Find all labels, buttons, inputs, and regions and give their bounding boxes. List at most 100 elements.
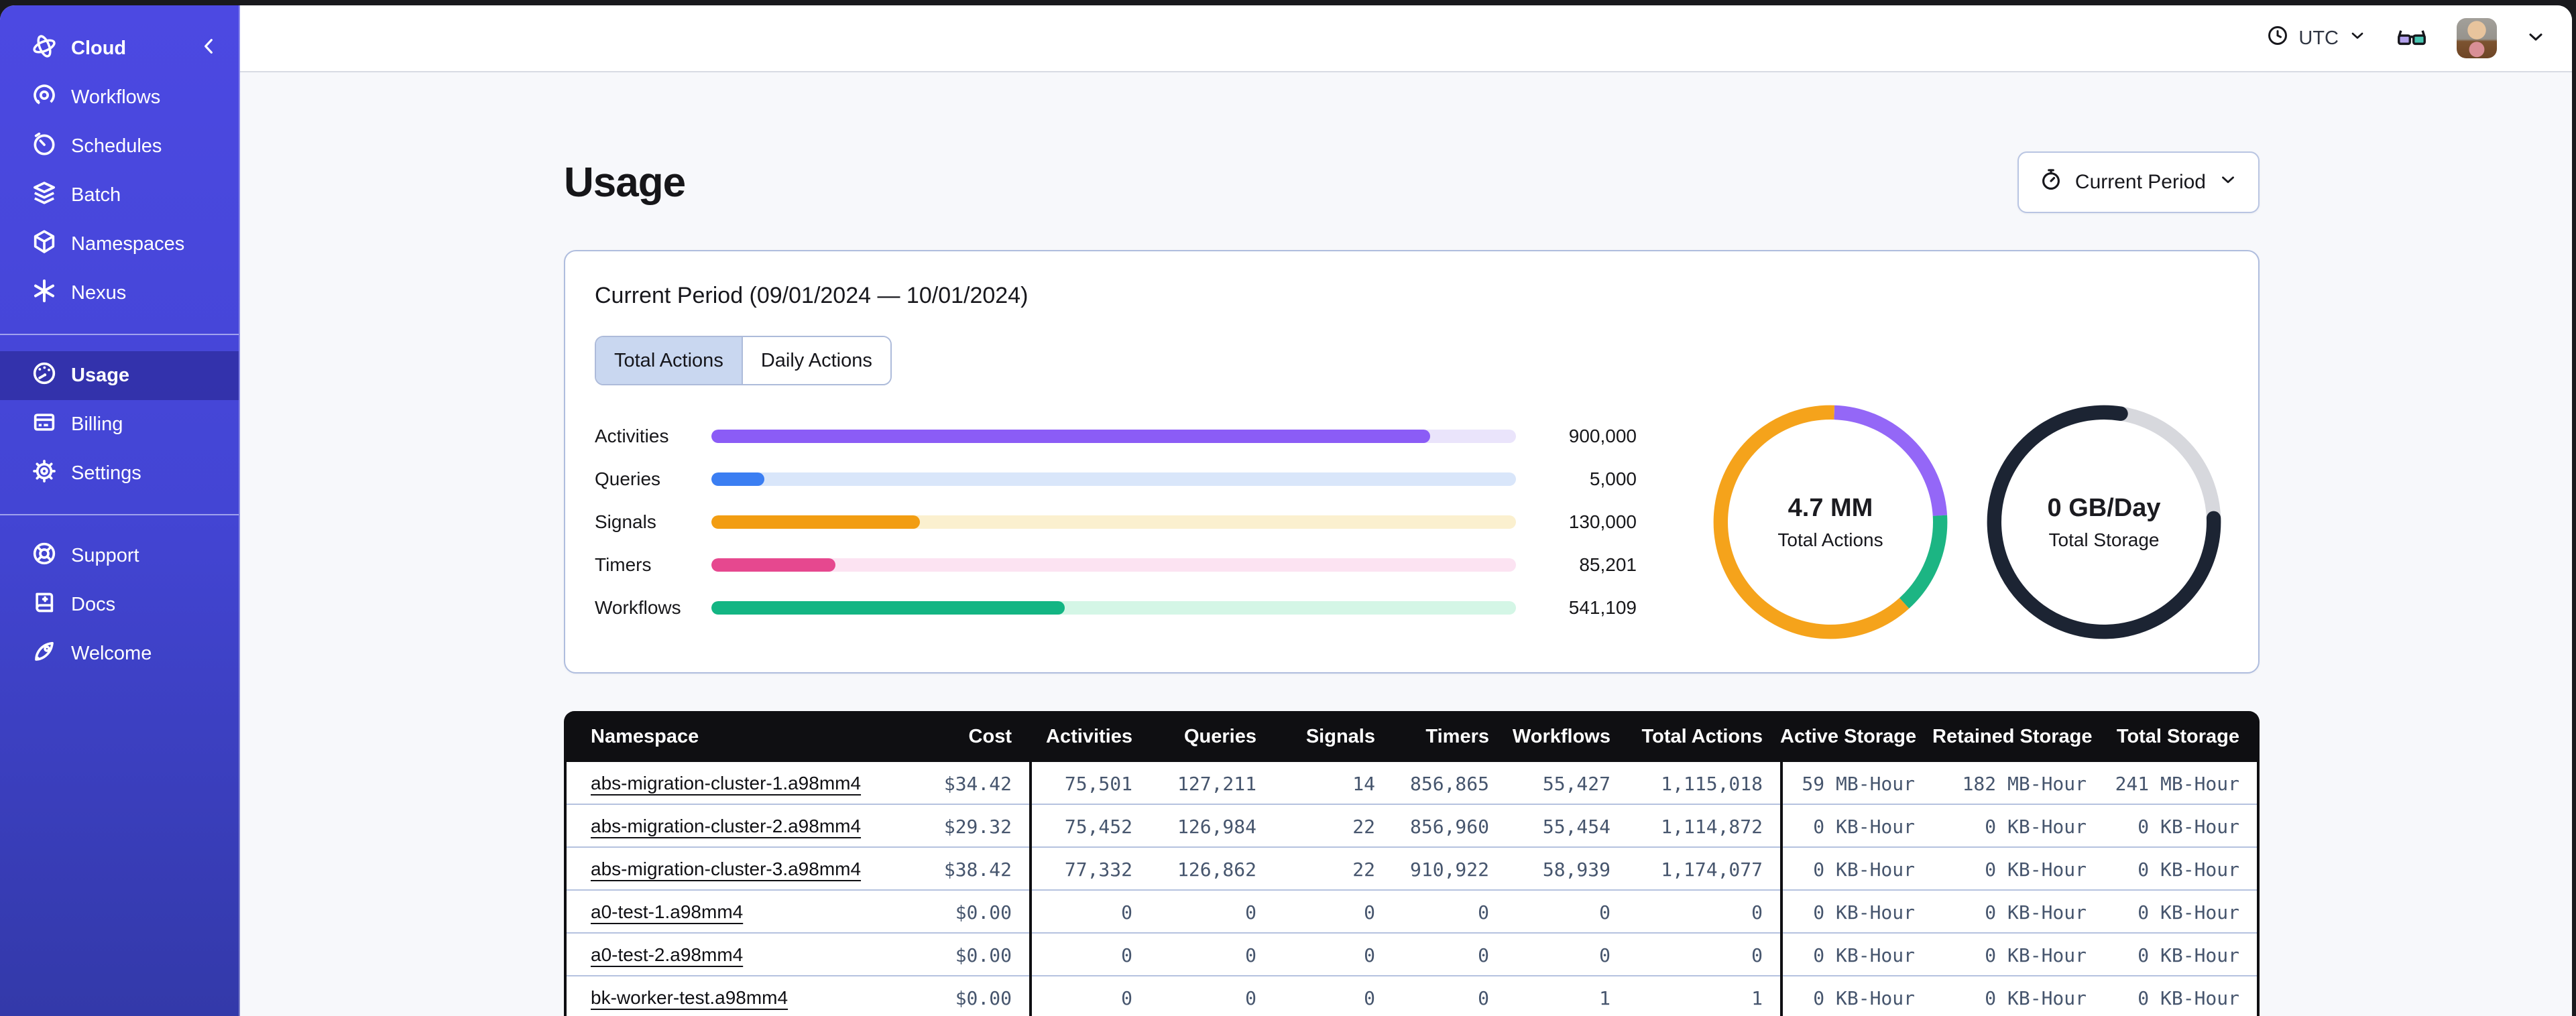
- timezone-selector[interactable]: UTC: [2266, 24, 2367, 52]
- table-header-cell: Retained Storage: [1932, 725, 2093, 747]
- sidebar-item-label: Docs: [71, 594, 116, 615]
- table-cell: 0 KB-Hour: [2138, 987, 2239, 1009]
- page-content: Usage Current Period Current Period (09/…: [240, 72, 2572, 1016]
- tab-total-actions[interactable]: Total Actions: [596, 337, 742, 384]
- table-cell: 0 KB-Hour: [2138, 815, 2239, 838]
- schedules-icon: [31, 131, 58, 163]
- table-cell: 0: [1245, 901, 1256, 924]
- table-cell: 910,922: [1409, 858, 1489, 881]
- table-cell: 22: [1352, 815, 1375, 838]
- actions-tab-group: Total Actions Daily Actions: [595, 336, 892, 385]
- sidebar: Cloud Workflows Schedules Batch Namespac…: [0, 5, 240, 1016]
- gauge-icon: [31, 360, 58, 392]
- table-cell: 0: [1478, 901, 1489, 924]
- actions-bar-chart: Activities 900,000 Queries 5,000 Signals 130,…: [595, 415, 1637, 629]
- table-cell: 0 KB-Hour: [1985, 901, 2087, 924]
- book-icon: [31, 589, 58, 621]
- total-actions-donut: 4.7 MM Total Actions: [1706, 397, 1955, 647]
- namespace-link[interactable]: abs-migration-cluster-1.a98mm4: [591, 773, 861, 793]
- bar-value: 5,000: [1589, 468, 1637, 489]
- table-header-cell: Active Storage: [1780, 725, 1917, 747]
- sidebar-item-workflows[interactable]: Workflows: [0, 73, 239, 122]
- table-cell: 58,939: [1542, 858, 1611, 881]
- clock-icon: [2266, 24, 2289, 52]
- sidebar-item-welcome[interactable]: Welcome: [0, 629, 239, 678]
- namespace-link[interactable]: bk-worker-test.a98mm4: [591, 987, 788, 1008]
- table-cell: 0: [1478, 944, 1489, 966]
- bar-label: Timers: [595, 554, 652, 575]
- table-row: abs-migration-cluster-3.a98mm4 $38.42 77,3…: [567, 848, 2257, 891]
- sidebar-brand-cloud[interactable]: Cloud: [0, 24, 239, 73]
- namespace-cell: a0-test-1.a98mm4: [567, 901, 882, 923]
- donut-charts: 4.7 MM Total Actions 0 GB/Day Total Stor…: [1706, 397, 2229, 647]
- table-cell: 77,332: [1029, 848, 1150, 891]
- bar-value: 130,000: [1568, 511, 1637, 532]
- table-cell: 0: [1599, 944, 1611, 966]
- table-cell: 0: [1751, 944, 1763, 966]
- table-cell: 0: [1029, 891, 1150, 934]
- table-cell: 1: [1599, 987, 1611, 1009]
- table-header-cell: Timers: [1425, 725, 1489, 747]
- period-selector-button[interactable]: Current Period: [2017, 151, 2260, 213]
- table-cell: 0 KB-Hour: [1780, 848, 1932, 891]
- tab-daily-actions[interactable]: Daily Actions: [741, 337, 890, 384]
- sidebar-item-usage[interactable]: Usage: [0, 351, 239, 400]
- table-cell: 0: [1364, 944, 1375, 966]
- sidebar-item-label: Schedules: [71, 135, 162, 157]
- bar-label: Workflows: [595, 597, 681, 618]
- main-area: UTC Usage Current Period Current Period …: [240, 5, 2572, 1016]
- chevron-down-icon: [2525, 26, 2546, 51]
- bar-label: Activities: [595, 426, 669, 446]
- table-cell: 0 KB-Hour: [1985, 987, 2087, 1009]
- bar-fill: [711, 472, 765, 486]
- table-row: a0-test-1.a98mm4 $0.00 0 0 0 0 0 0 0 KB-Hour 0 KB…: [567, 891, 2257, 934]
- table-cell: $29.32: [943, 815, 1012, 838]
- sidebar-item-docs[interactable]: Docs: [0, 580, 239, 629]
- asterisk-icon: [31, 277, 58, 310]
- sidebar-collapse-icon[interactable]: [198, 36, 220, 62]
- chevron-down-icon: [2218, 170, 2238, 195]
- table-cell: 0 KB-Hour: [1780, 934, 1932, 976]
- bar-row: Signals 130,000: [595, 501, 1637, 544]
- timezone-label: UTC: [2298, 27, 2339, 49]
- namespace-link[interactable]: a0-test-1.a98mm4: [591, 901, 743, 922]
- bar-track: [711, 558, 1516, 572]
- user-avatar[interactable]: [2457, 18, 2497, 58]
- feedback-glasses-button[interactable]: [2395, 23, 2428, 54]
- bar-row: Queries 5,000: [595, 458, 1637, 501]
- bar-fill: [711, 558, 835, 572]
- bar-row: Workflows 541,109: [595, 586, 1637, 629]
- sidebar-brand-label: Cloud: [71, 38, 127, 59]
- table-cell: 55,454: [1542, 815, 1611, 838]
- table-cell: 75,501: [1029, 762, 1150, 805]
- current-period-card: Current Period (09/01/2024 — 10/01/2024)…: [564, 250, 2260, 674]
- sidebar-item-label: Support: [71, 545, 139, 566]
- table-header-cell: Activities: [1046, 725, 1132, 747]
- glasses-icon: [2395, 23, 2428, 54]
- sidebar-item-support[interactable]: Support: [0, 531, 239, 580]
- sidebar-item-label: Workflows: [71, 86, 161, 108]
- table-header-cell: Cost: [968, 725, 1012, 747]
- table-cell: 0 KB-Hour: [1985, 944, 2087, 966]
- total-storage-value: 0 GB/Day: [2047, 493, 2161, 522]
- table-cell: 856,865: [1409, 772, 1489, 795]
- sidebar-item-billing[interactable]: Billing: [0, 400, 239, 449]
- namespace-cell: abs-migration-cluster-3.a98mm4: [567, 859, 882, 880]
- table-cell: 14: [1352, 772, 1375, 795]
- namespace-link[interactable]: a0-test-2.a98mm4: [591, 944, 743, 965]
- sidebar-item-settings[interactable]: Settings: [0, 449, 239, 498]
- table-cell: 1,114,872: [1661, 815, 1763, 838]
- namespace-usage-table: Namespace Cost Activities Queries Signals Tim…: [564, 711, 2260, 1016]
- namespace-link[interactable]: abs-migration-cluster-3.a98mm4: [591, 859, 861, 879]
- table-cell: 0: [1029, 976, 1150, 1016]
- sidebar-item-schedules[interactable]: Schedules: [0, 122, 239, 171]
- account-menu-chevron[interactable]: [2525, 26, 2546, 51]
- namespace-cell: abs-migration-cluster-1.a98mm4: [567, 773, 882, 794]
- sidebar-item-namespaces[interactable]: Namespaces: [0, 220, 239, 269]
- sidebar-item-nexus[interactable]: Nexus: [0, 269, 239, 318]
- bar-fill: [711, 601, 1065, 615]
- table-cell: 55,427: [1542, 772, 1611, 795]
- sidebar-item-batch[interactable]: Batch: [0, 171, 239, 220]
- table-cell: 0: [1245, 987, 1256, 1009]
- namespace-link[interactable]: abs-migration-cluster-2.a98mm4: [591, 816, 861, 836]
